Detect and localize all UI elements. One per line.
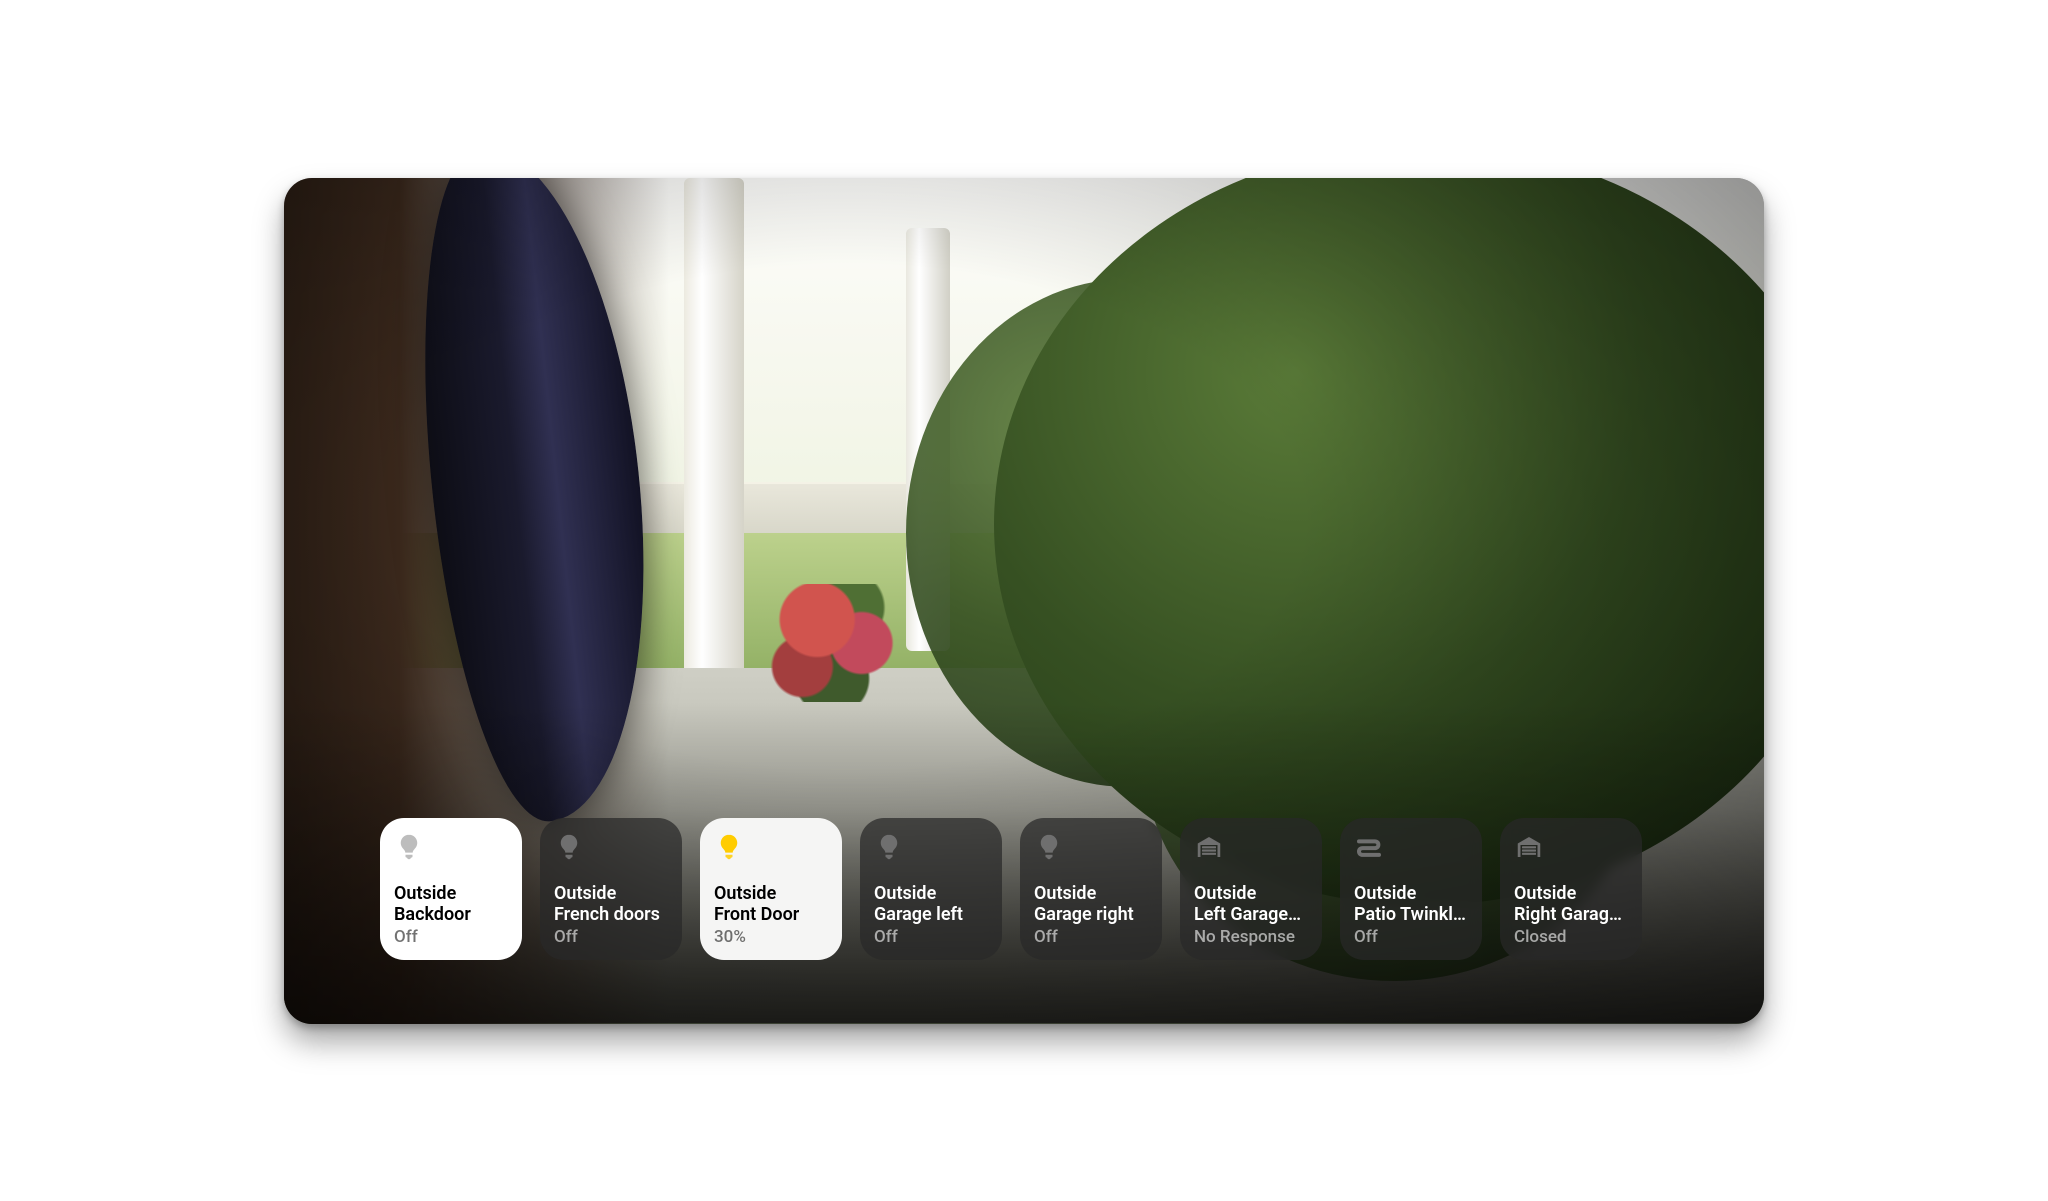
accessory-tile-line1: Outside — [1514, 883, 1628, 904]
lightbulb-icon — [714, 832, 744, 862]
accessory-tile-line1: Outside — [554, 883, 668, 904]
accessory-tile-left-garage[interactable]: Outside Left Garage… No Response — [1180, 818, 1322, 960]
accessory-tile-line2: Right Garag… — [1514, 904, 1628, 925]
accessory-tile-backdoor[interactable]: Outside Backdoor Off — [380, 818, 522, 960]
accessory-tile-status: Off — [394, 927, 508, 947]
accessory-tile-line2: French doors — [554, 904, 668, 925]
accessory-tile-status: No Response — [1194, 927, 1308, 947]
accessory-tile-line1: Outside — [394, 883, 508, 904]
accessory-tile-status: Off — [1354, 927, 1468, 947]
accessory-tile-line1: Outside — [714, 883, 828, 904]
accessory-tile-line2: Left Garage… — [1194, 904, 1308, 925]
accessory-tile-front-door[interactable]: Outside Front Door 30% — [700, 818, 842, 960]
lightbulb-icon — [1034, 832, 1064, 862]
accessory-tile-line1: Outside — [1034, 883, 1148, 904]
garage-door-icon — [1194, 832, 1224, 862]
accessory-tile-garage-right[interactable]: Outside Garage right Off — [1020, 818, 1162, 960]
accessory-tile-patio-twinkle[interactable]: Outside Patio Twinkl… Off — [1340, 818, 1482, 960]
accessory-tile-garage-left[interactable]: Outside Garage left Off — [860, 818, 1002, 960]
garage-door-icon — [1514, 832, 1544, 862]
accessory-tile-status: 30% — [714, 927, 828, 947]
accessory-tile-status: Closed — [1514, 927, 1628, 947]
accessory-tile-line1: Outside — [1194, 883, 1308, 904]
lightbulb-icon — [874, 832, 904, 862]
accessory-tile-status: Off — [1034, 927, 1148, 947]
accessory-tile-line2: Front Door — [714, 904, 828, 925]
light-strip-icon — [1354, 832, 1384, 862]
accessory-tile-french-doors[interactable]: Outside French doors Off — [540, 818, 682, 960]
accessory-tile-line2: Patio Twinkl… — [1354, 904, 1468, 925]
camera-view[interactable]: Outside Backdoor Off Outside French door… — [284, 178, 1764, 1024]
accessory-tile-status: Off — [874, 927, 988, 947]
accessory-tile-row: Outside Backdoor Off Outside French door… — [380, 818, 1668, 960]
accessory-tile-status: Off — [554, 927, 668, 947]
accessory-tile-line1: Outside — [874, 883, 988, 904]
lightbulb-icon — [554, 832, 584, 862]
accessory-tile-line1: Outside — [1354, 883, 1468, 904]
accessory-tile-line2: Garage right — [1034, 904, 1148, 925]
accessory-tile-right-garage[interactable]: Outside Right Garag… Closed — [1500, 818, 1642, 960]
lightbulb-icon — [394, 832, 424, 862]
accessory-tile-line2: Backdoor — [394, 904, 508, 925]
accessory-tile-line2: Garage left — [874, 904, 988, 925]
